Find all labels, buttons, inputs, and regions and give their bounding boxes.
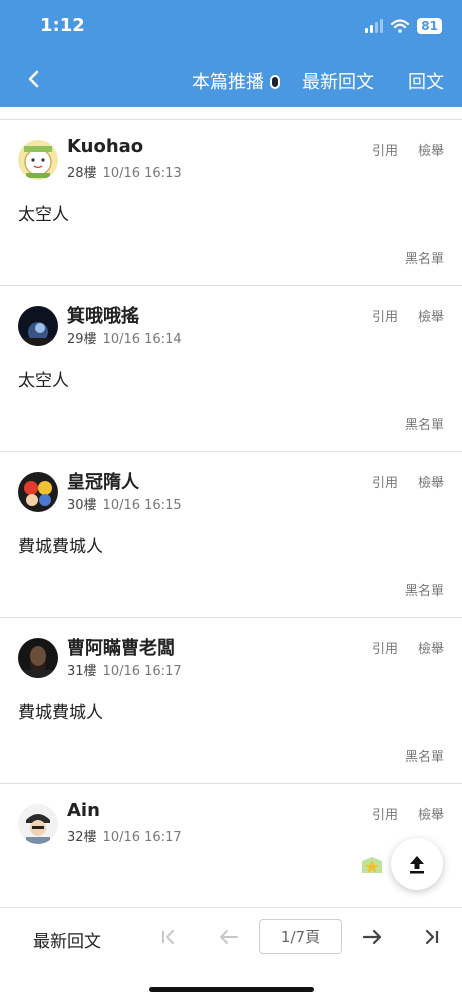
post-content: 太空人 bbox=[18, 205, 69, 225]
post-datetime: 10/16 16:15 bbox=[102, 498, 182, 513]
report-button[interactable]: 檢舉 bbox=[418, 804, 444, 823]
post-content: 費城費城人 bbox=[18, 703, 103, 723]
avatar[interactable] bbox=[18, 306, 58, 346]
scroll-top-icon bbox=[410, 856, 424, 874]
bottom-bar: 最新回文 1/7頁 bbox=[0, 907, 462, 1000]
quote-button[interactable]: 引用 bbox=[372, 472, 398, 491]
nav-latest-replies[interactable]: 最新回文 bbox=[302, 68, 374, 94]
report-button[interactable]: 檢舉 bbox=[418, 472, 444, 491]
post-content: 費城費城人 bbox=[18, 537, 103, 557]
post-datetime: 10/16 16:14 bbox=[102, 332, 182, 347]
username[interactable]: 曹阿瞞曹老闆 bbox=[67, 634, 175, 660]
home-indicator bbox=[149, 987, 314, 992]
quote-button[interactable]: 引用 bbox=[372, 306, 398, 325]
post-list[interactable]: Kuohao 28樓 10/16 16:13 引用 檢舉 太空人 黑名單 箕哦哦搖… bbox=[0, 107, 462, 907]
post-actions: 引用 檢舉 bbox=[372, 638, 444, 657]
post-actions: 引用 檢舉 bbox=[372, 472, 444, 491]
floor-number: 29樓 bbox=[67, 332, 97, 347]
prev-page-icon[interactable] bbox=[216, 924, 242, 950]
status-time: 1:12 bbox=[40, 15, 85, 36]
post-datetime: 10/16 16:13 bbox=[102, 166, 182, 181]
post-actions: 引用 檢舉 bbox=[372, 306, 444, 325]
avatar[interactable] bbox=[18, 472, 58, 512]
blacklist-button[interactable]: 黑名單 bbox=[405, 746, 444, 765]
floor-number: 31樓 bbox=[67, 664, 97, 679]
floor-number: 30樓 bbox=[67, 498, 97, 513]
quote-button[interactable]: 引用 bbox=[372, 804, 398, 823]
scroll-top-button[interactable] bbox=[391, 838, 443, 890]
report-button[interactable]: 檢舉 bbox=[418, 140, 444, 159]
quote-button[interactable]: 引用 bbox=[372, 638, 398, 657]
avatar[interactable] bbox=[18, 804, 58, 844]
page-indicator[interactable]: 1/7頁 bbox=[259, 919, 342, 954]
report-button[interactable]: 檢舉 bbox=[418, 638, 444, 657]
wifi-icon bbox=[391, 19, 410, 33]
quote-button[interactable]: 引用 bbox=[372, 140, 398, 159]
header-nav: 本篇推播 最新回文 回文 bbox=[192, 68, 444, 94]
last-page-icon[interactable] bbox=[418, 924, 444, 950]
post-actions: 引用 檢舉 bbox=[372, 804, 444, 823]
post-datetime: 10/16 16:17 bbox=[102, 664, 182, 679]
toggle-icon[interactable] bbox=[270, 75, 280, 89]
username[interactable]: 皇冠隋人 bbox=[67, 468, 139, 494]
nav-push-notify[interactable]: 本篇推播 bbox=[192, 68, 264, 94]
username[interactable]: 箕哦哦搖 bbox=[67, 302, 139, 328]
floor-number: 28樓 bbox=[67, 166, 97, 181]
avatar[interactable] bbox=[18, 140, 58, 180]
top-header: 1:12 81 本篇推播 最新回文 回文 bbox=[0, 0, 462, 107]
post-meta: 29樓 10/16 16:14 bbox=[67, 328, 182, 347]
first-page-icon[interactable] bbox=[156, 924, 182, 950]
badge-icon bbox=[362, 857, 382, 873]
blacklist-button[interactable]: 黑名單 bbox=[405, 414, 444, 433]
report-button[interactable]: 檢舉 bbox=[418, 306, 444, 325]
blacklist-button[interactable]: 黑名單 bbox=[405, 248, 444, 267]
post-item: Ain 32樓 10/16 16:17 引用 檢舉 bbox=[0, 784, 462, 907]
next-page-icon[interactable] bbox=[359, 924, 385, 950]
username[interactable]: Kuohao bbox=[67, 136, 143, 157]
battery-indicator: 81 bbox=[417, 18, 442, 34]
blacklist-button[interactable]: 黑名單 bbox=[405, 580, 444, 599]
post-meta: 32樓 10/16 16:17 bbox=[67, 826, 182, 845]
post-item: 曹阿瞞曹老闆 31樓 10/16 16:17 引用 檢舉 費城費城人 黑名單 bbox=[0, 618, 462, 784]
avatar[interactable] bbox=[18, 638, 58, 678]
post-content: 太空人 bbox=[18, 371, 69, 391]
nav-reply[interactable]: 回文 bbox=[408, 68, 444, 94]
username[interactable]: Ain bbox=[67, 800, 100, 821]
post-meta: 31樓 10/16 16:17 bbox=[67, 660, 182, 679]
post-meta: 28樓 10/16 16:13 bbox=[67, 162, 182, 181]
post-item: 箕哦哦搖 29樓 10/16 16:14 引用 檢舉 太空人 黑名單 bbox=[0, 286, 462, 452]
floor-number: 32樓 bbox=[67, 830, 97, 845]
post-actions: 引用 檢舉 bbox=[372, 140, 444, 159]
post-item: 皇冠隋人 30樓 10/16 16:15 引用 檢舉 費城費城人 黑名單 bbox=[0, 452, 462, 618]
post-meta: 30樓 10/16 16:15 bbox=[67, 494, 182, 513]
status-icons: 81 bbox=[365, 18, 442, 34]
post-datetime: 10/16 16:17 bbox=[102, 830, 182, 845]
signal-icon bbox=[365, 19, 384, 33]
post-item: Kuohao 28樓 10/16 16:13 引用 檢舉 太空人 黑名單 bbox=[0, 120, 462, 286]
latest-replies-button[interactable]: 最新回文 bbox=[33, 927, 101, 952]
back-arrow-icon[interactable] bbox=[22, 64, 46, 94]
